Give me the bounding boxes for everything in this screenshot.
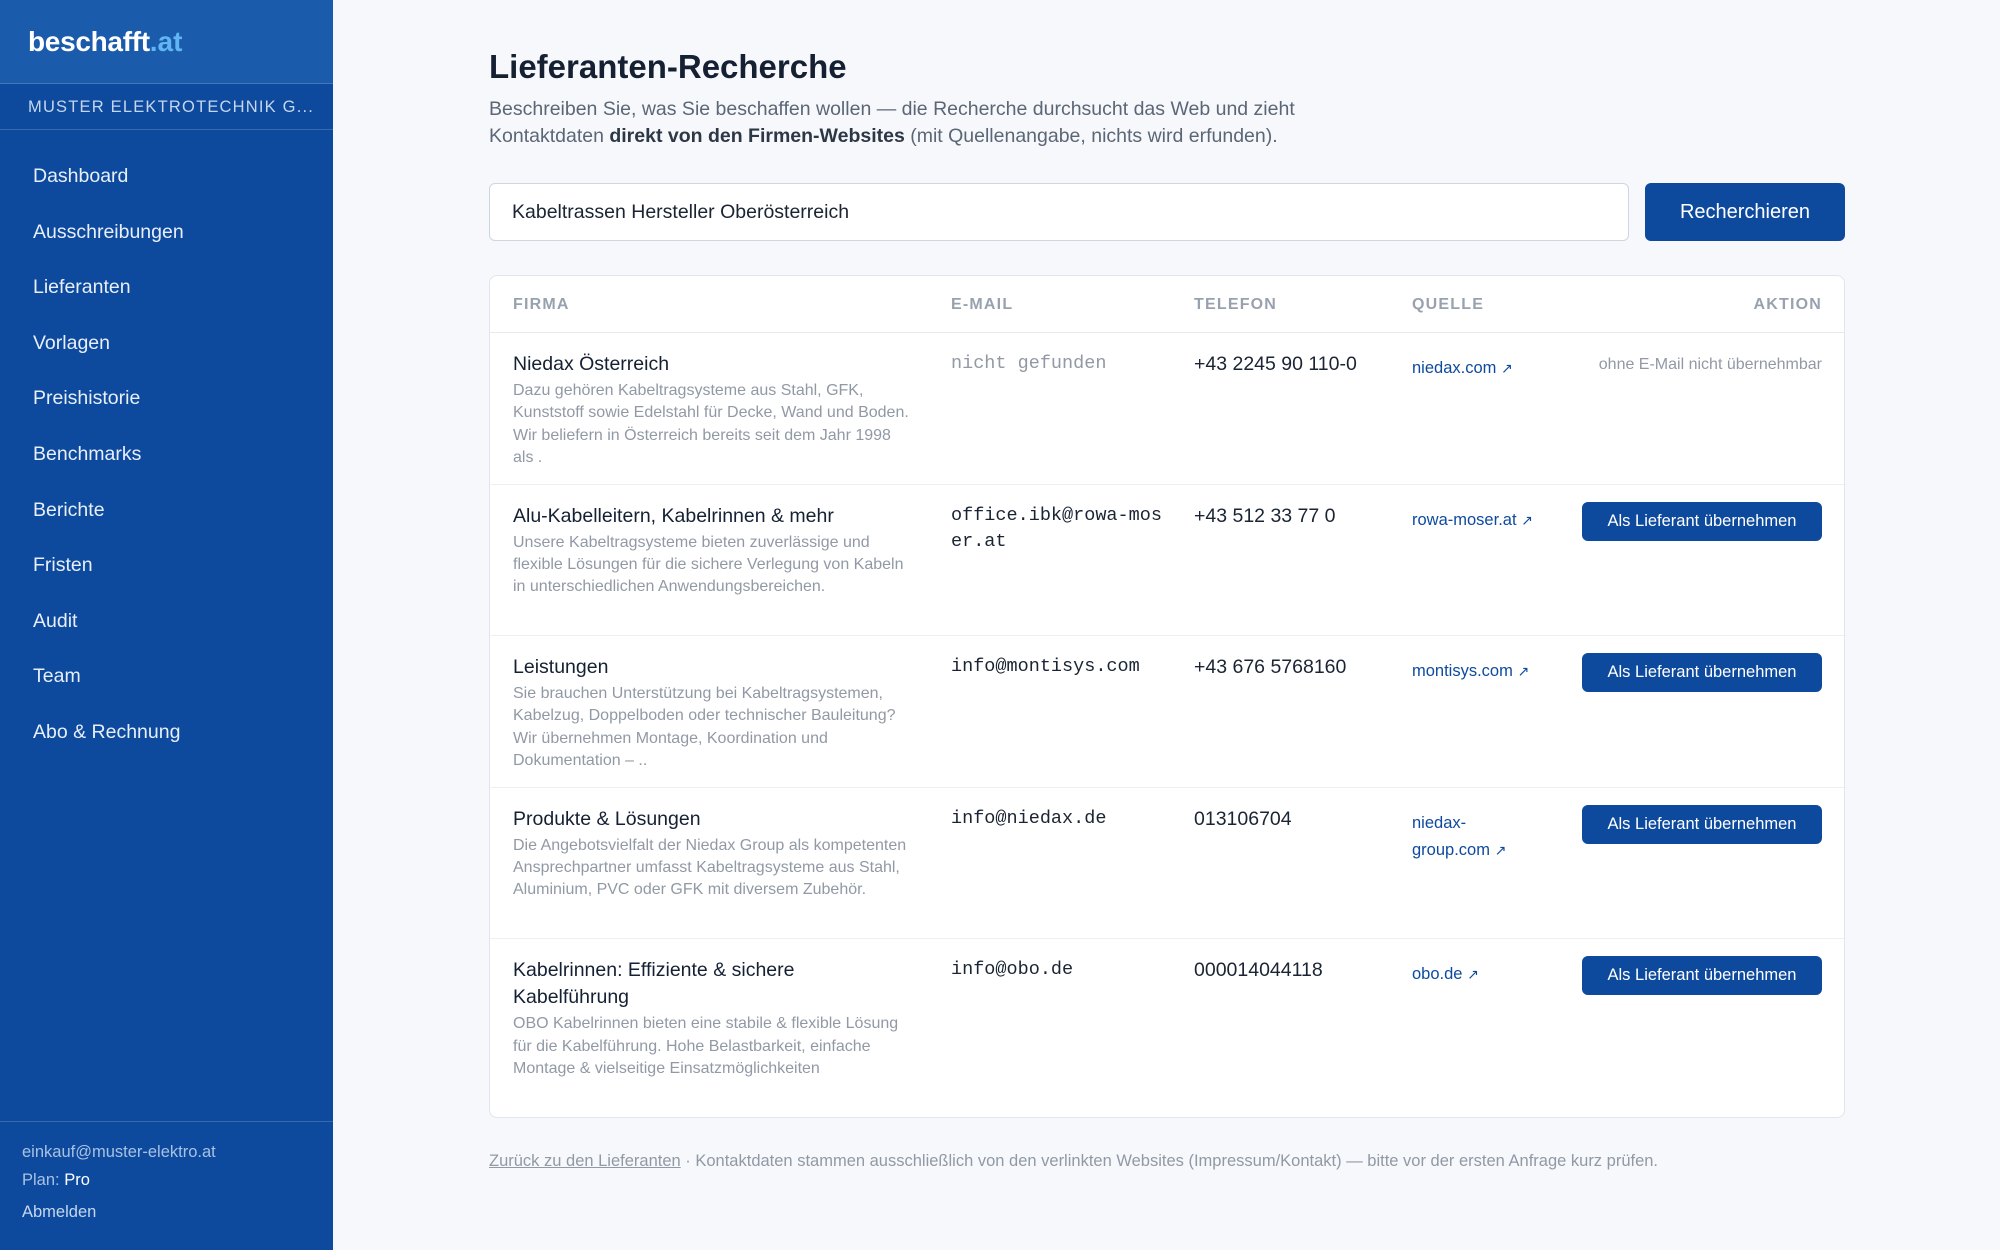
adopt-supplier-button[interactable]: Als Lieferant übernehmen	[1582, 501, 1822, 541]
adopt-supplier-button[interactable]: Als Lieferant übernehmen	[1582, 653, 1822, 693]
phone-value: +43 512 33 77 0	[1194, 504, 1336, 527]
firm-cell: Produkte & Lösungen Die Angebotsvielfalt…	[513, 806, 913, 902]
adopt-supplier-button[interactable]: Als Lieferant übernehmen	[1582, 804, 1822, 844]
source-link[interactable]: montisys.com ↗	[1412, 658, 1542, 685]
firm-description: OBO Kabelrinnen bieten eine stabile & fl…	[513, 1015, 899, 1077]
source-link[interactable]: niedax.com ↗	[1412, 355, 1542, 382]
table-row: Kabelrinnen: Effiziente & sichere Kabelf…	[490, 939, 1844, 1091]
action-unavailable-note: ohne E-Mail nicht übernehmbar	[1598, 356, 1822, 373]
column-header-action: AKTION	[1753, 296, 1822, 313]
column-header-phone: TELEFON	[1194, 296, 1278, 313]
source-link[interactable]: rowa-moser.at ↗	[1412, 507, 1542, 534]
arrow-up-right-icon: ↗	[1500, 360, 1513, 376]
firm-name: Kabelrinnen: Effiziente & sichere Kabelf…	[513, 959, 795, 1009]
phone-value: 013106704	[1194, 807, 1292, 830]
footer-note: Zurück zu den Lieferanten · Kontaktdaten…	[489, 1152, 1658, 1171]
arrow-up-right-icon: ↗	[1517, 663, 1530, 680]
email-value: info@obo.de	[951, 959, 1074, 981]
nav-item-audit[interactable]: Audit	[0, 599, 333, 655]
column-header-email: E-MAIL	[951, 296, 1014, 313]
adopt-supplier-button[interactable]: Als Lieferant übernehmen	[1582, 956, 1822, 996]
arrow-up-right-icon: ↗	[1494, 841, 1507, 858]
brand-logo[interactable]: beschafft.at	[0, 0, 333, 84]
nav-item-ausschreibungen[interactable]: Ausschreibungen	[0, 210, 333, 266]
phone-value: +43 2245 90 110-0	[1194, 353, 1357, 375]
email-value: nicht gefunden	[951, 353, 1107, 374]
nav-item-vorlagen[interactable]: Vorlagen	[0, 321, 333, 377]
source-link[interactable]: obo.de ↗	[1412, 961, 1542, 988]
logout-link[interactable]: Abmelden	[22, 1198, 333, 1226]
table-row: Alu-Kabelleitern, Kabelrinnen & mehr Uns…	[490, 485, 1844, 637]
table-row: Leistungen Sie brauchen Unterstützung be…	[490, 636, 1844, 788]
intro-text-2: (mit Quellenangabe, nichts wird erfunden…	[904, 125, 1278, 147]
plan-info: Plan: Pro	[22, 1166, 333, 1194]
search-input[interactable]	[489, 183, 1629, 241]
column-header-firm: FIRMA	[513, 296, 570, 313]
email-value: info@niedax.de	[951, 807, 1107, 829]
table-row: Produkte & Lösungen Die Angebotsvielfalt…	[490, 788, 1844, 940]
firm-name: Leistungen	[513, 656, 609, 679]
column-header-source: QUELLE	[1412, 296, 1485, 313]
firm-cell: Alu-Kabelleitern, Kabelrinnen & mehr Uns…	[513, 503, 913, 599]
page-intro: Beschreiben Sie, was Sie beschaffen woll…	[489, 96, 1349, 150]
firm-cell: Leistungen Sie brauchen Unterstützung be…	[513, 654, 913, 772]
nav-item-preishistorie[interactable]: Preishistorie	[0, 376, 333, 432]
account-email: einkauf@muster-elektro.at	[22, 1143, 216, 1161]
phone-value: +43 676 5768160	[1194, 656, 1347, 679]
nav-item-abo-rechnung[interactable]: Abo & Rechnung	[0, 710, 333, 766]
firm-name: Produkte & Lösungen	[513, 807, 701, 830]
firm-name: Alu-Kabelleitern, Kabelrinnen & mehr	[513, 504, 834, 527]
nav-item-team[interactable]: Team	[0, 654, 333, 710]
firm-description: Sie brauchen Unterstützung bei Kabeltrag…	[513, 685, 896, 770]
arrow-up-right-icon: ↗	[1467, 966, 1479, 983]
firm-cell: Niedax Österreich Dazu gehören Kabeltrag…	[513, 351, 913, 469]
nav-item-berichte[interactable]: Berichte	[0, 488, 333, 544]
firm-description: Unsere Kabeltragsysteme bieten zuverläss…	[513, 533, 904, 596]
organization-switcher[interactable]: MUSTER ELEKTROTECHNIK G...	[0, 84, 333, 130]
back-to-suppliers-link[interactable]: Zurück zu den Lieferanten	[489, 1152, 681, 1170]
plan-label: Plan:	[22, 1171, 60, 1189]
phone-value: 000014044118	[1194, 959, 1323, 982]
source-link[interactable]: niedax-group.com ↗	[1412, 810, 1512, 864]
results-table: FIRMA E-MAIL TELEFON QUELLE AKTION Nieda…	[489, 275, 1845, 1118]
table-header: FIRMA E-MAIL TELEFON QUELLE AKTION	[490, 276, 1844, 333]
source-label: niedax.com	[1412, 359, 1497, 377]
firm-description: Dazu gehören Kabeltragsysteme aus Stahl,…	[513, 382, 909, 466]
nav-item-fristen[interactable]: Fristen	[0, 543, 333, 599]
nav-item-lieferanten[interactable]: Lieferanten	[0, 265, 333, 321]
firm-description: Die Angebotsvielfalt der Niedax Group al…	[513, 836, 907, 899]
footer-disclaimer: · Kontaktdaten stammen ausschließlich vo…	[680, 1152, 1659, 1170]
brand-name: beschafft	[28, 26, 150, 57]
arrow-up-right-icon: ↗	[1521, 511, 1533, 528]
search-button[interactable]: Recherchieren	[1645, 183, 1845, 241]
main-nav: Dashboard Ausschreibungen Lieferanten Vo…	[0, 130, 333, 766]
nav-item-dashboard[interactable]: Dashboard	[0, 154, 333, 210]
sidebar: beschafft.at MUSTER ELEKTROTECHNIK G... …	[0, 0, 333, 1250]
source-label: obo.de	[1412, 965, 1463, 984]
source-label: rowa-moser.at	[1412, 510, 1517, 529]
firm-cell: Kabelrinnen: Effiziente & sichere Kabelf…	[513, 957, 913, 1080]
table-row: Niedax Österreich Dazu gehören Kabeltrag…	[490, 333, 1844, 485]
nav-item-benchmarks[interactable]: Benchmarks	[0, 432, 333, 488]
brand-tld: .at	[149, 26, 183, 57]
intro-bold: direkt von den Firmen-Websites	[609, 125, 905, 147]
source-label: niedax-group.com	[1412, 813, 1490, 859]
firm-name: Niedax Österreich	[513, 353, 670, 375]
source-label: montisys.com	[1412, 662, 1513, 681]
account-panel: einkauf@muster-elektro.at Plan: Pro Abme…	[0, 1121, 333, 1250]
email-value: office.ibk@rowa-moser.at	[951, 504, 1162, 552]
page-title: Lieferanten-Recherche	[489, 48, 847, 85]
email-value: info@montisys.com	[951, 656, 1140, 678]
plan-value: Pro	[64, 1171, 90, 1189]
